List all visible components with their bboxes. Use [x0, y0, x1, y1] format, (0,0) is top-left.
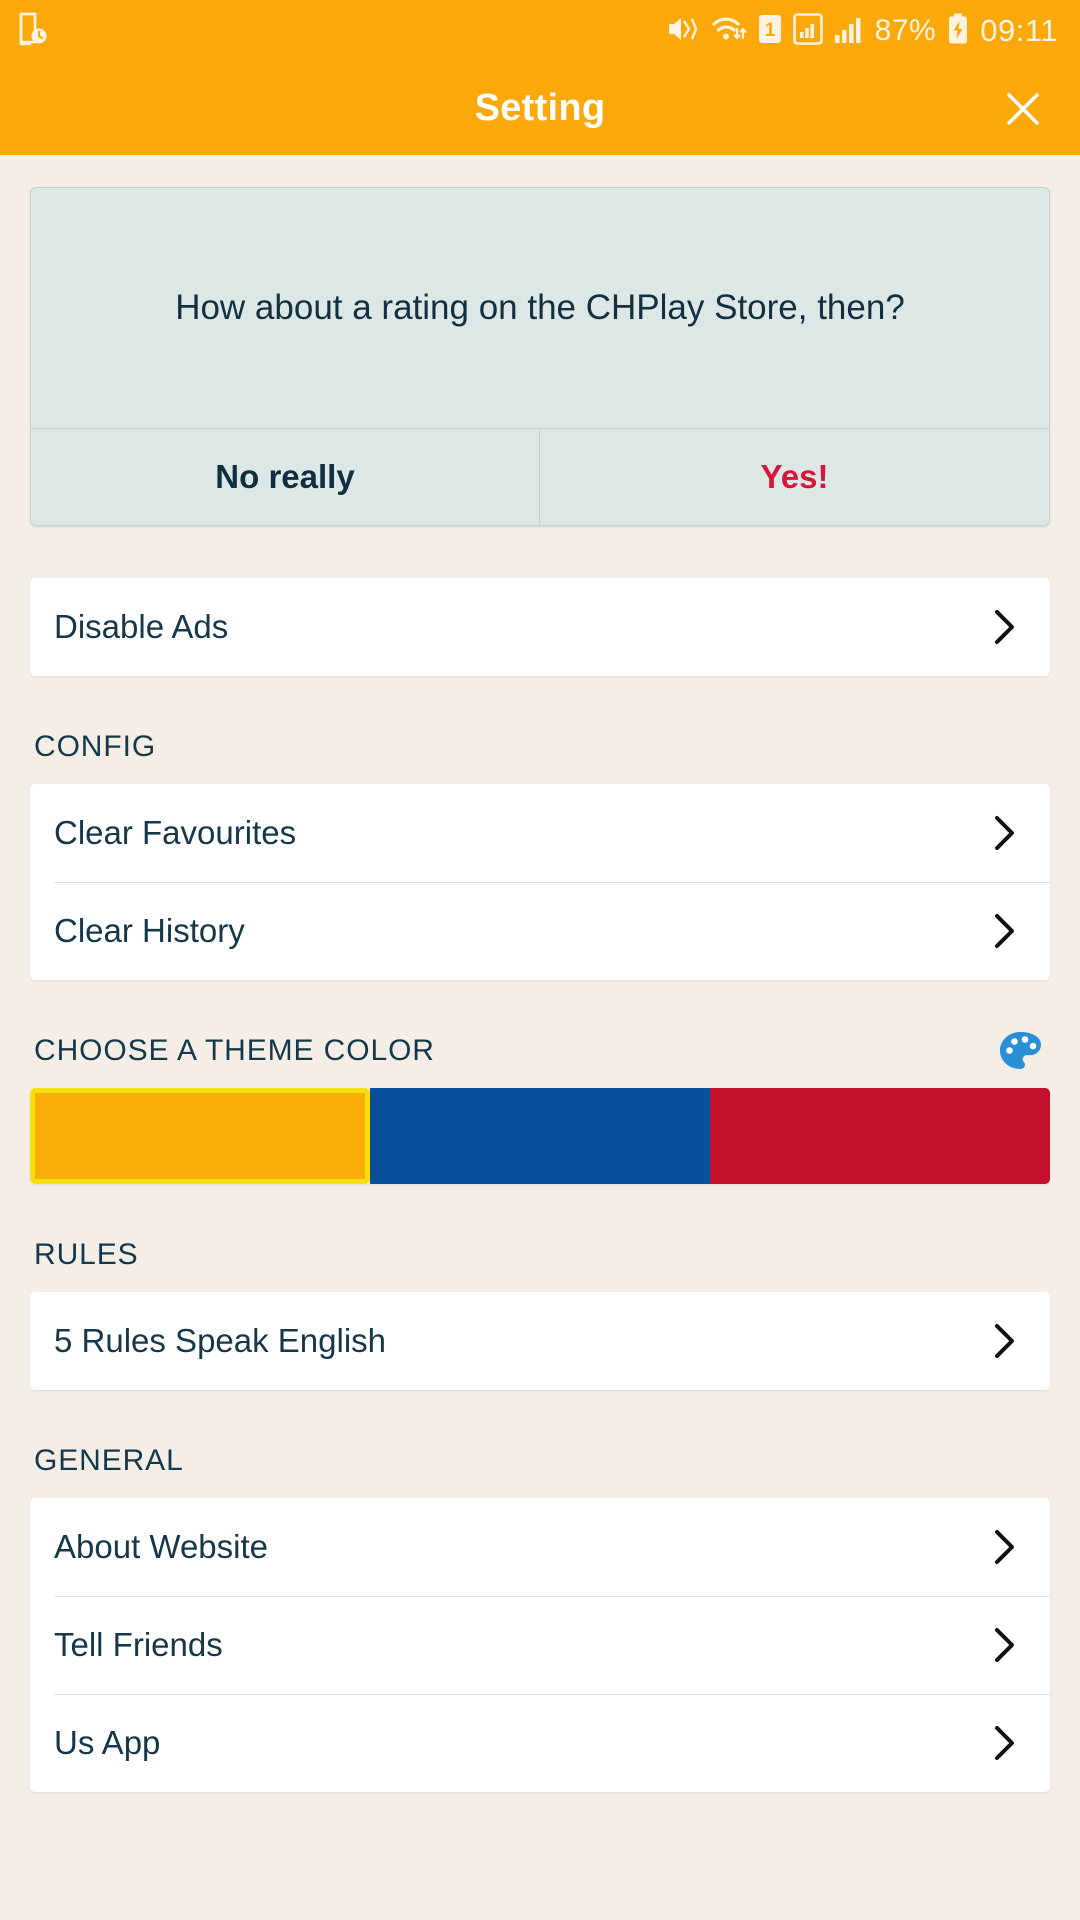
list-item-label: Clear History: [54, 912, 245, 949]
section-header-rules: RULES: [30, 1218, 1050, 1292]
list-item-label: About Website: [54, 1528, 269, 1565]
chevron-right-icon: [986, 813, 1024, 853]
battery-percent-label: 87%: [874, 14, 937, 47]
list-item-clear-favourites[interactable]: Clear Favourites: [30, 784, 1050, 882]
chevron-right-icon: [986, 1321, 1024, 1361]
rating-prompt-actions: No really Yes!: [31, 428, 1049, 525]
section-title: RULES: [34, 1238, 139, 1271]
section-title: CONFIG: [34, 730, 157, 763]
chevron-right-icon: [986, 1625, 1024, 1665]
list-item-about-website[interactable]: About Website: [30, 1498, 1050, 1596]
section-header-theme-color: CHOOSE A THEME COLOR: [30, 1014, 1050, 1088]
svg-text:1: 1: [764, 20, 775, 41]
chevron-right-icon: [986, 911, 1024, 951]
list-item-us-app[interactable]: Us App: [30, 1694, 1050, 1792]
chevron-right-icon: [986, 1723, 1024, 1763]
list-item-label: Us App: [54, 1724, 161, 1761]
rules-card: 5 Rules Speak English: [30, 1292, 1050, 1390]
list-item-label: Disable Ads: [54, 608, 229, 645]
settings-scroll-area[interactable]: How about a rating on the CHPlay Store, …: [0, 155, 1080, 1920]
section-header-general: GENERAL: [30, 1424, 1050, 1498]
theme-color-swatches[interactable]: [30, 1088, 1050, 1184]
list-item-label: 5 Rules Speak English: [54, 1322, 387, 1359]
list-item-label: Clear Favourites: [54, 814, 297, 851]
status-bar: 1 87% 09:11: [0, 0, 1080, 62]
config-card: Clear Favourites Clear History: [30, 784, 1050, 980]
rating-prompt-message: How about a rating on the CHPlay Store, …: [175, 288, 905, 328]
theme-swatch-blue[interactable]: [369, 1088, 710, 1184]
theme-swatch-red[interactable]: [710, 1088, 1050, 1184]
palette-icon[interactable]: [998, 1030, 1044, 1072]
signal-bars-icon: [834, 13, 864, 50]
list-item-label: Tell Friends: [54, 1626, 223, 1663]
status-bar-left: [18, 12, 48, 51]
mute-vibrate-icon: [666, 13, 700, 50]
general-card: About Website Tell Friends Us App: [30, 1498, 1050, 1792]
rating-prompt-card: How about a rating on the CHPlay Store, …: [30, 187, 1050, 526]
wifi-transfer-icon: [711, 13, 747, 50]
page-title: Setting: [474, 87, 606, 129]
chevron-right-icon: [986, 607, 1024, 647]
section-header-config: CONFIG: [30, 710, 1050, 784]
close-icon: [1007, 92, 1039, 125]
file-clock-icon: [18, 12, 48, 51]
list-item-rules-speak-english[interactable]: 5 Rules Speak English: [30, 1292, 1050, 1390]
list-item-tell-friends[interactable]: Tell Friends: [30, 1596, 1050, 1694]
app-bar: Setting: [0, 62, 1080, 155]
status-bar-clock: 09:11: [980, 13, 1058, 48]
close-button[interactable]: [992, 78, 1054, 140]
mobile-data-boxed-icon: [792, 12, 823, 50]
chevron-right-icon: [986, 1527, 1024, 1567]
section-title: GENERAL: [34, 1444, 184, 1477]
rating-accept-button[interactable]: Yes!: [540, 429, 1049, 525]
list-item-disable-ads[interactable]: Disable Ads: [30, 578, 1050, 676]
list-item-clear-history[interactable]: Clear History: [30, 882, 1050, 980]
section-title: CHOOSE A THEME COLOR: [34, 1034, 435, 1067]
rating-decline-button[interactable]: No really: [31, 429, 540, 525]
status-bar-right: 1 87% 09:11: [666, 12, 1058, 50]
theme-swatch-orange[interactable]: [30, 1088, 370, 1184]
battery-charging-icon: [947, 13, 969, 50]
disable-ads-card: Disable Ads: [30, 578, 1050, 676]
sim-1-icon: 1: [758, 14, 782, 49]
